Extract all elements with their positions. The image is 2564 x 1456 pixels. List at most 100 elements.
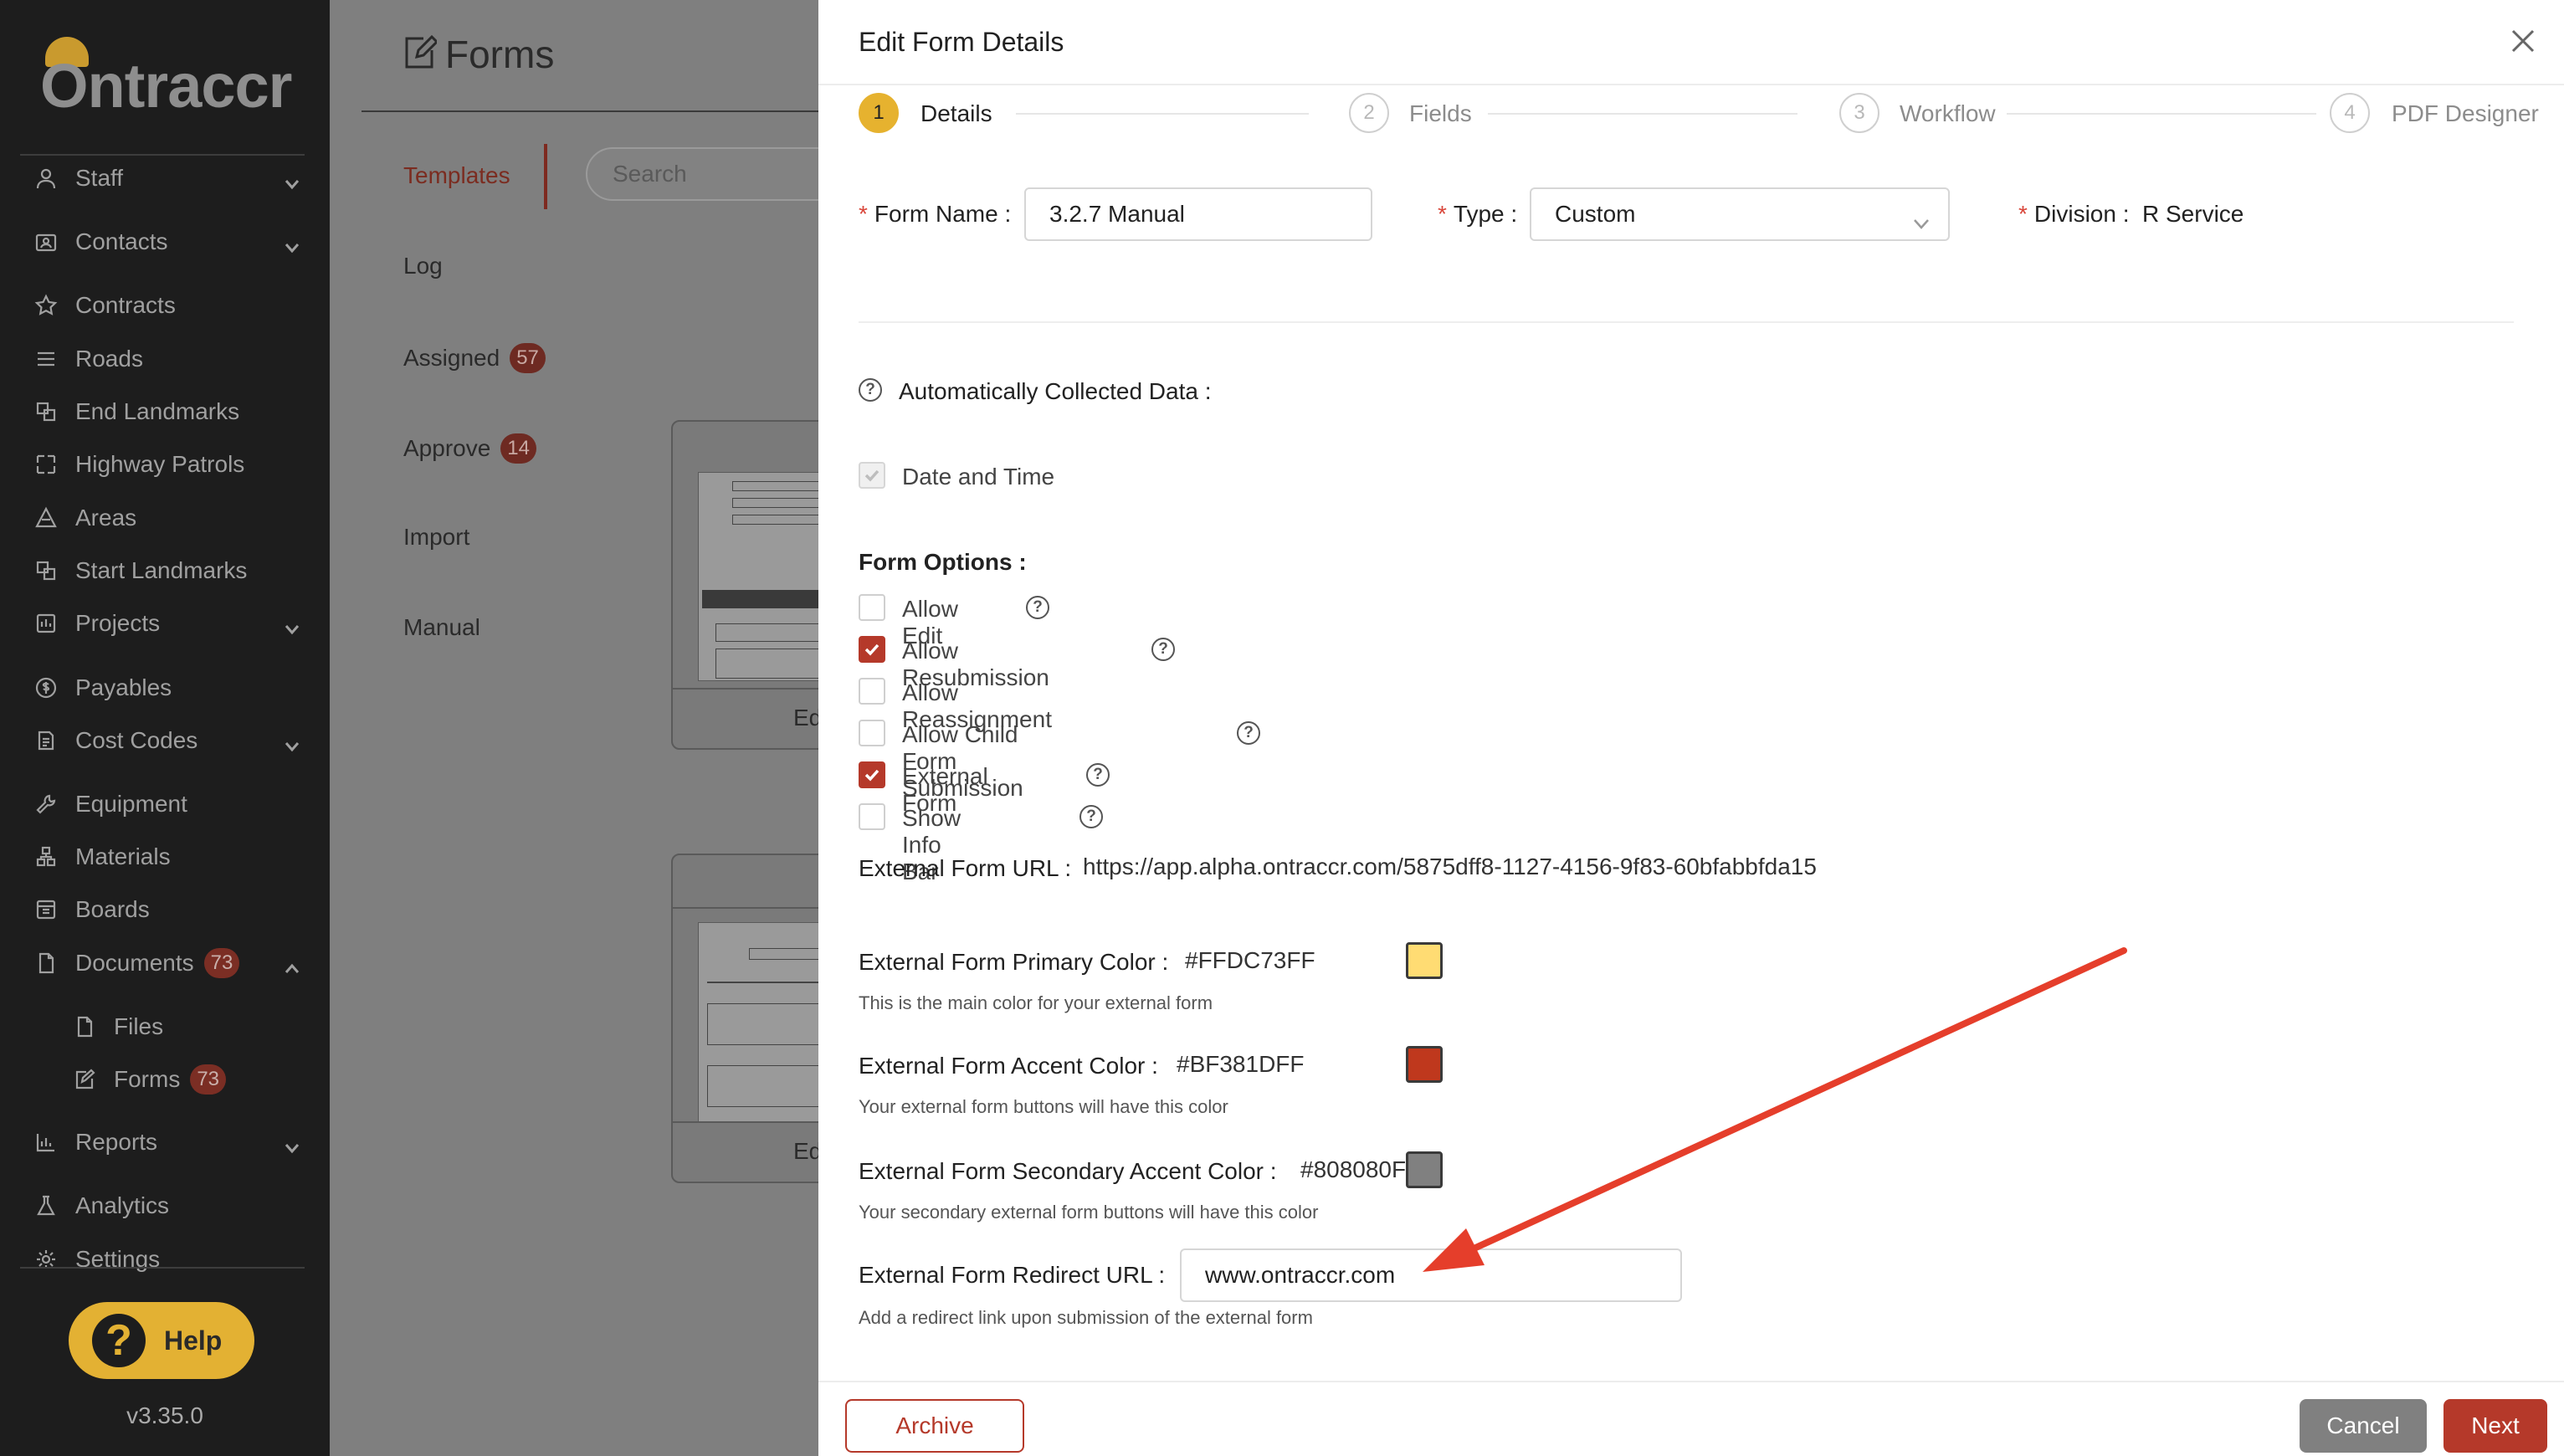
chevron-down-icon[interactable] (285, 171, 300, 190)
contacts-icon (33, 229, 59, 254)
sidebar-item-equipment[interactable]: Equipment (0, 782, 330, 827)
patrol-icon (33, 452, 59, 477)
sidebar-item-label: Forms (114, 1066, 181, 1092)
section-divider (859, 321, 2514, 323)
chevron-down-icon[interactable] (285, 1135, 300, 1154)
sidebar-item-highway-patrols[interactable]: Highway Patrols (0, 442, 330, 487)
sidebar-item-label: Contacts (75, 228, 168, 254)
external-url-value[interactable]: https://app.alpha.ontraccr.com/5875dff8-… (1083, 854, 1817, 880)
secondary-color-value: #808080FF (1300, 1156, 1421, 1182)
tab-log[interactable]: Log (403, 253, 443, 279)
help-circle-icon[interactable]: ? (859, 378, 882, 402)
dollar-icon (33, 675, 59, 700)
help-circle-icon[interactable]: ? (1151, 638, 1175, 661)
sidebar-item-contacts[interactable]: Contacts (0, 219, 330, 264)
form-edit-icon (72, 1067, 97, 1092)
sidebar-item-label: End Landmarks (75, 398, 240, 424)
sidebar-item-contracts[interactable]: Contracts (0, 283, 330, 328)
sidebar-item-start-landmarks[interactable]: Start Landmarks (0, 548, 330, 593)
analytics-icon (33, 1193, 59, 1218)
sidebar-item-materials[interactable]: Materials (0, 834, 330, 879)
secondary-color-swatch[interactable] (1406, 1151, 1443, 1188)
tab-manual[interactable]: Manual (403, 614, 480, 641)
tab-approve[interactable]: Approve 14 (403, 433, 536, 464)
option-checkbox-show-info-bar[interactable] (859, 803, 885, 830)
sidebar-item-end-landmarks[interactable]: End Landmarks (0, 389, 330, 434)
next-button[interactable]: Next (2443, 1399, 2547, 1453)
tab-assigned[interactable]: Assigned 57 (403, 343, 546, 373)
form-options-label: Form Options : (859, 549, 1027, 575)
landmark-icon (33, 399, 59, 424)
sidebar-item-cost-codes[interactable]: Cost Codes (0, 718, 330, 763)
accent-color-swatch[interactable] (1406, 1046, 1443, 1083)
chevron-down-icon[interactable] (285, 234, 300, 254)
date-time-label: Date and Time (902, 464, 1055, 490)
sidebar-item-areas[interactable]: Areas (0, 495, 330, 541)
main-content: Forms Search Templates Log Assigned 57 A… (330, 0, 872, 1456)
sidebar-item-label: Cost Codes (75, 727, 198, 753)
sidebar-item-settings[interactable]: Settings (0, 1237, 330, 1282)
step-details[interactable]: Details (920, 100, 992, 127)
sidebar-item-files[interactable]: Files (0, 1004, 330, 1049)
reports-icon (33, 1130, 59, 1155)
step-fields[interactable]: Fields (1409, 100, 1472, 127)
sidebar-item-documents[interactable]: Documents 73 (0, 941, 330, 986)
app-version: v3.35.0 (126, 1402, 203, 1428)
tab-templates[interactable]: Templates (403, 162, 510, 189)
step-2-circle: 2 (1349, 93, 1389, 133)
primary-color-swatch[interactable] (1406, 942, 1443, 979)
sidebar-item-label: Reports (75, 1129, 158, 1155)
tab-import[interactable]: Import (403, 524, 469, 551)
sidebar-item-label: Files (114, 1013, 164, 1039)
help-circle-icon[interactable]: ? (1026, 596, 1049, 619)
form-name-input[interactable]: 3.2.7 Manual (1024, 187, 1372, 241)
sidebar-item-label: Staff (75, 165, 124, 191)
date-time-checkbox (859, 462, 885, 489)
close-icon[interactable] (2509, 27, 2537, 55)
sidebar-item-label: Boards (75, 896, 150, 922)
cancel-button[interactable]: Cancel (2300, 1399, 2427, 1453)
sidebar-item-forms[interactable]: Forms 73 (0, 1057, 330, 1102)
type-select[interactable]: Custom (1530, 187, 1950, 241)
option-checkbox-allow-resubmission[interactable] (859, 636, 885, 663)
ontraccr-logo[interactable]: Ontraccr (40, 33, 300, 120)
footer-divider (818, 1381, 2564, 1382)
landmark-icon (33, 558, 59, 583)
document-icon (33, 951, 59, 976)
assigned-count-badge: 57 (510, 343, 546, 373)
primary-color-label: External Form Primary Color : (859, 949, 1169, 975)
step-1-circle: 1 (859, 93, 899, 133)
option-checkbox-allow-reassignment[interactable] (859, 678, 885, 705)
redirect-url-input[interactable]: www.ontraccr.com (1180, 1248, 1682, 1302)
sidebar-item-reports[interactable]: Reports (0, 1120, 330, 1165)
search-input[interactable]: Search (586, 147, 854, 201)
archive-button[interactable]: Archive (845, 1399, 1024, 1453)
accent-color-hint: Your external form buttons will have thi… (859, 1096, 1228, 1117)
modal-title: Edit Form Details (859, 27, 1064, 57)
option-checkbox-external-form[interactable] (859, 761, 885, 788)
help-circle-icon[interactable]: ? (1237, 721, 1260, 745)
step-4-circle: 4 (2330, 93, 2370, 133)
help-button[interactable]: ? Help (69, 1302, 254, 1379)
chevron-down-icon[interactable] (285, 733, 300, 752)
step-pdf-designer[interactable]: PDF Designer (2392, 100, 2539, 127)
sidebar-item-label: Materials (75, 843, 171, 869)
page-title: Forms (445, 33, 555, 76)
help-circle-icon[interactable]: ? (1079, 805, 1103, 828)
sidebar-item-analytics[interactable]: Analytics (0, 1183, 330, 1228)
sidebar-item-label: Documents (75, 950, 194, 976)
chevron-down-icon[interactable] (285, 616, 300, 635)
form-edit-icon (403, 33, 439, 70)
chevron-up-icon[interactable] (285, 956, 300, 973)
sidebar-item-roads[interactable]: Roads (0, 336, 330, 382)
step-workflow[interactable]: Workflow (1900, 100, 1996, 127)
active-tab-indicator (544, 144, 547, 209)
option-checkbox-allow-child-form-submission[interactable] (859, 720, 885, 746)
sidebar-item-boards[interactable]: Boards (0, 887, 330, 932)
sidebar-item-staff[interactable]: Staff (0, 156, 330, 201)
help-circle-icon[interactable]: ? (1086, 763, 1110, 787)
sidebar-item-projects[interactable]: Projects (0, 601, 330, 646)
option-checkbox-allow-edit[interactable] (859, 594, 885, 621)
sidebar-item-payables[interactable]: Payables (0, 665, 330, 710)
sidebar-item-label: Settings (75, 1246, 161, 1272)
